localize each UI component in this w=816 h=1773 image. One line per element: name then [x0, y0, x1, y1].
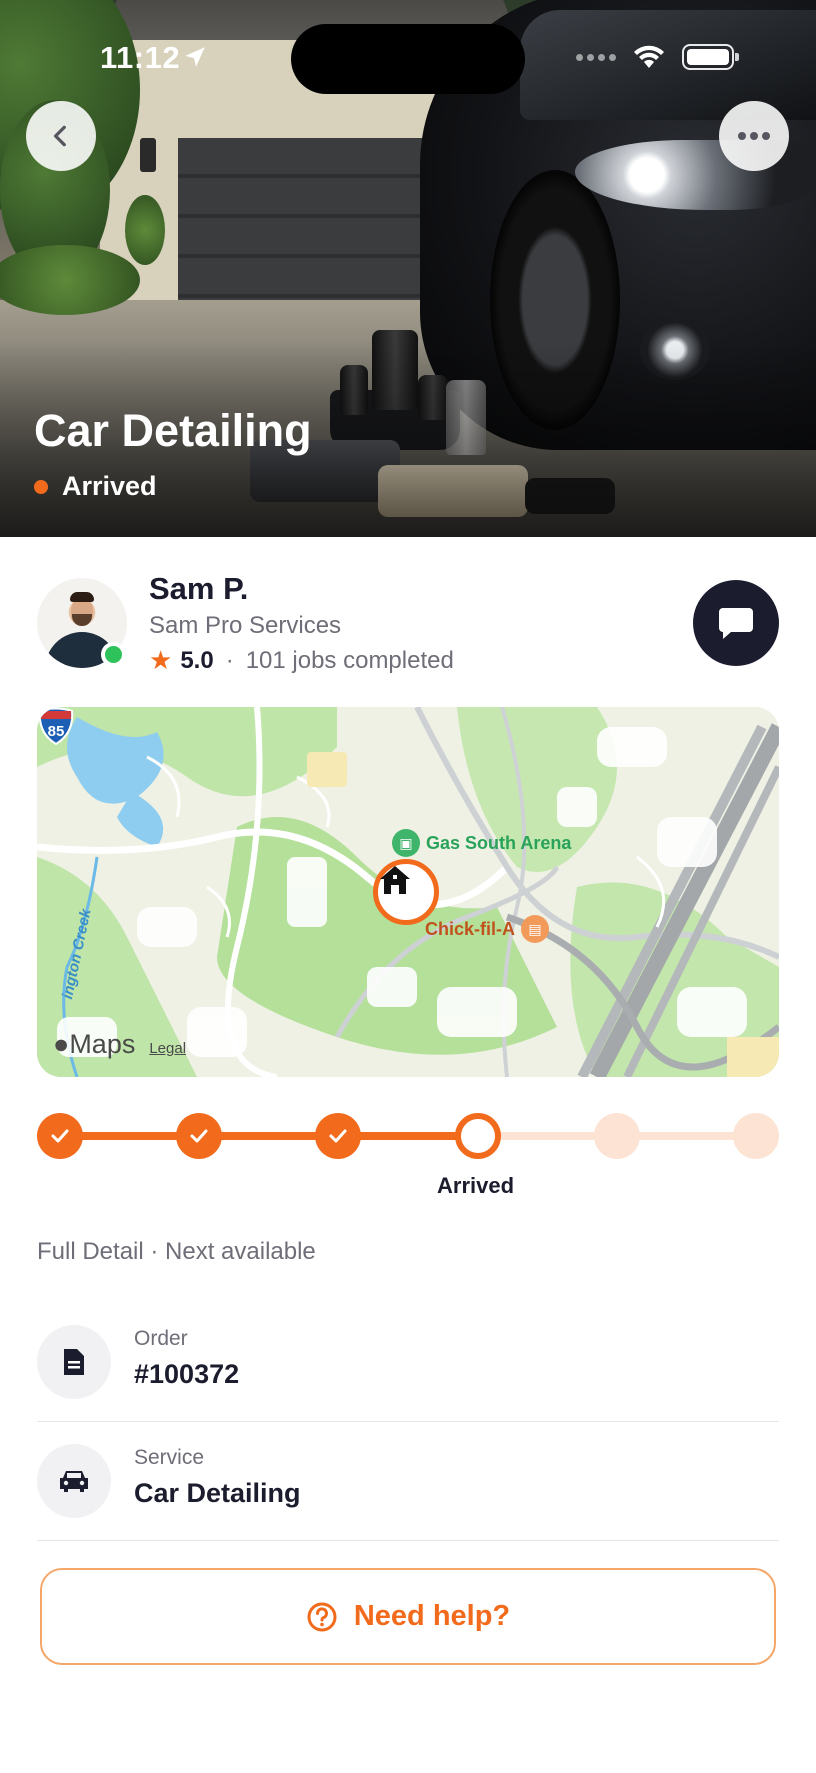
online-status-indicator	[101, 642, 126, 667]
progress-step-6	[733, 1113, 779, 1159]
status-indicators	[576, 44, 739, 70]
progress-tracker	[37, 1113, 779, 1159]
checkmark-icon	[329, 1129, 347, 1143]
chevron-left-icon	[53, 125, 66, 147]
help-circle-icon	[307, 1602, 337, 1631]
page-title: Car Detailing	[34, 405, 312, 456]
home-location-pin[interactable]	[373, 859, 439, 925]
status-bar: 11:12	[0, 0, 816, 110]
provider-name: Sam P.	[149, 571, 249, 606]
progress-step-2	[176, 1113, 222, 1159]
hero-status-label: Arrived	[62, 471, 157, 501]
location-arrow-icon	[185, 47, 205, 67]
home-icon	[380, 866, 410, 894]
map-view[interactable]: ▣ Gas South Arena Chick-fil-A ▤ 85 ingto…	[37, 707, 779, 1077]
progress-step-3	[315, 1113, 361, 1159]
dynamic-island	[291, 24, 525, 94]
service-icon-circle	[37, 1444, 111, 1518]
chat-button[interactable]	[693, 580, 779, 666]
hero-status-badge: Arrived	[34, 471, 157, 502]
poi-restaurant-label: Chick-fil-A	[425, 918, 515, 939]
status-dot	[34, 479, 48, 494]
maps-brand: ●Maps	[53, 1029, 135, 1060]
order-label: Order	[134, 1327, 188, 1350]
poi-gas-south-arena[interactable]: ▣ Gas South Arena	[392, 829, 571, 857]
document-icon	[64, 1349, 84, 1375]
ellipsis-icon	[738, 132, 770, 140]
service-row: Service Car Detailing	[37, 1422, 779, 1541]
checkmark-icon	[190, 1129, 208, 1143]
poi-chick-fil-a[interactable]: Chick-fil-A ▤	[425, 915, 549, 943]
progress-step-5	[594, 1113, 640, 1159]
restaurant-icon: ▤	[521, 915, 549, 943]
current-step-label: Arrived	[437, 1173, 515, 1198]
map-attribution: ●Maps Legal	[53, 1029, 186, 1060]
maps-brand-text: Maps	[69, 1029, 136, 1059]
poi-arena-label: Gas South Arena	[426, 832, 572, 853]
order-number: #100372	[134, 1359, 240, 1389]
chat-bubble-icon	[719, 608, 753, 639]
order-row: Order #100372	[37, 1303, 779, 1422]
progress-step-4-current	[455, 1113, 501, 1159]
car-icon	[60, 1471, 88, 1492]
progress-track-done	[60, 1132, 478, 1140]
progress-step-1	[37, 1113, 83, 1159]
order-summary: Full Detail · Next available	[37, 1238, 316, 1265]
apple-logo-icon: ●	[53, 1029, 70, 1059]
hero-wall-lamp	[140, 138, 156, 172]
arena-icon: ▣	[392, 829, 420, 857]
highway-number: 85	[48, 723, 65, 740]
need-help-button[interactable]: Need help?	[40, 1568, 776, 1665]
provider-rating: ★ 5.0 · 101 jobs completed	[149, 645, 454, 676]
jobs-completed: 101 jobs completed	[245, 646, 454, 674]
service-name: Car Detailing	[134, 1478, 301, 1508]
legal-link[interactable]: Legal	[149, 1040, 186, 1057]
interstate-shield-icon: 85	[38, 707, 74, 745]
status-time: 11:12	[100, 40, 181, 75]
hero-image: 11:12 Car Detailing Arrived	[0, 0, 816, 537]
checkmark-icon	[51, 1129, 69, 1143]
more-options-button[interactable]	[719, 101, 789, 171]
rating-separator: ·	[225, 646, 234, 674]
rating-score: 5.0	[180, 646, 214, 674]
star-icon: ★	[149, 645, 173, 675]
hero-garage-door	[178, 138, 448, 300]
wifi-icon	[634, 45, 664, 68]
cellular-signal-icon	[576, 53, 616, 61]
service-label: Service	[134, 1446, 205, 1469]
avatar-hair	[70, 592, 94, 602]
order-icon-circle	[37, 1325, 111, 1399]
hero-topiary	[125, 195, 165, 265]
back-button[interactable]	[26, 101, 96, 171]
need-help-label: Need help?	[353, 1600, 511, 1632]
provider-company: Sam Pro Services	[149, 612, 342, 639]
battery-icon	[682, 44, 739, 70]
